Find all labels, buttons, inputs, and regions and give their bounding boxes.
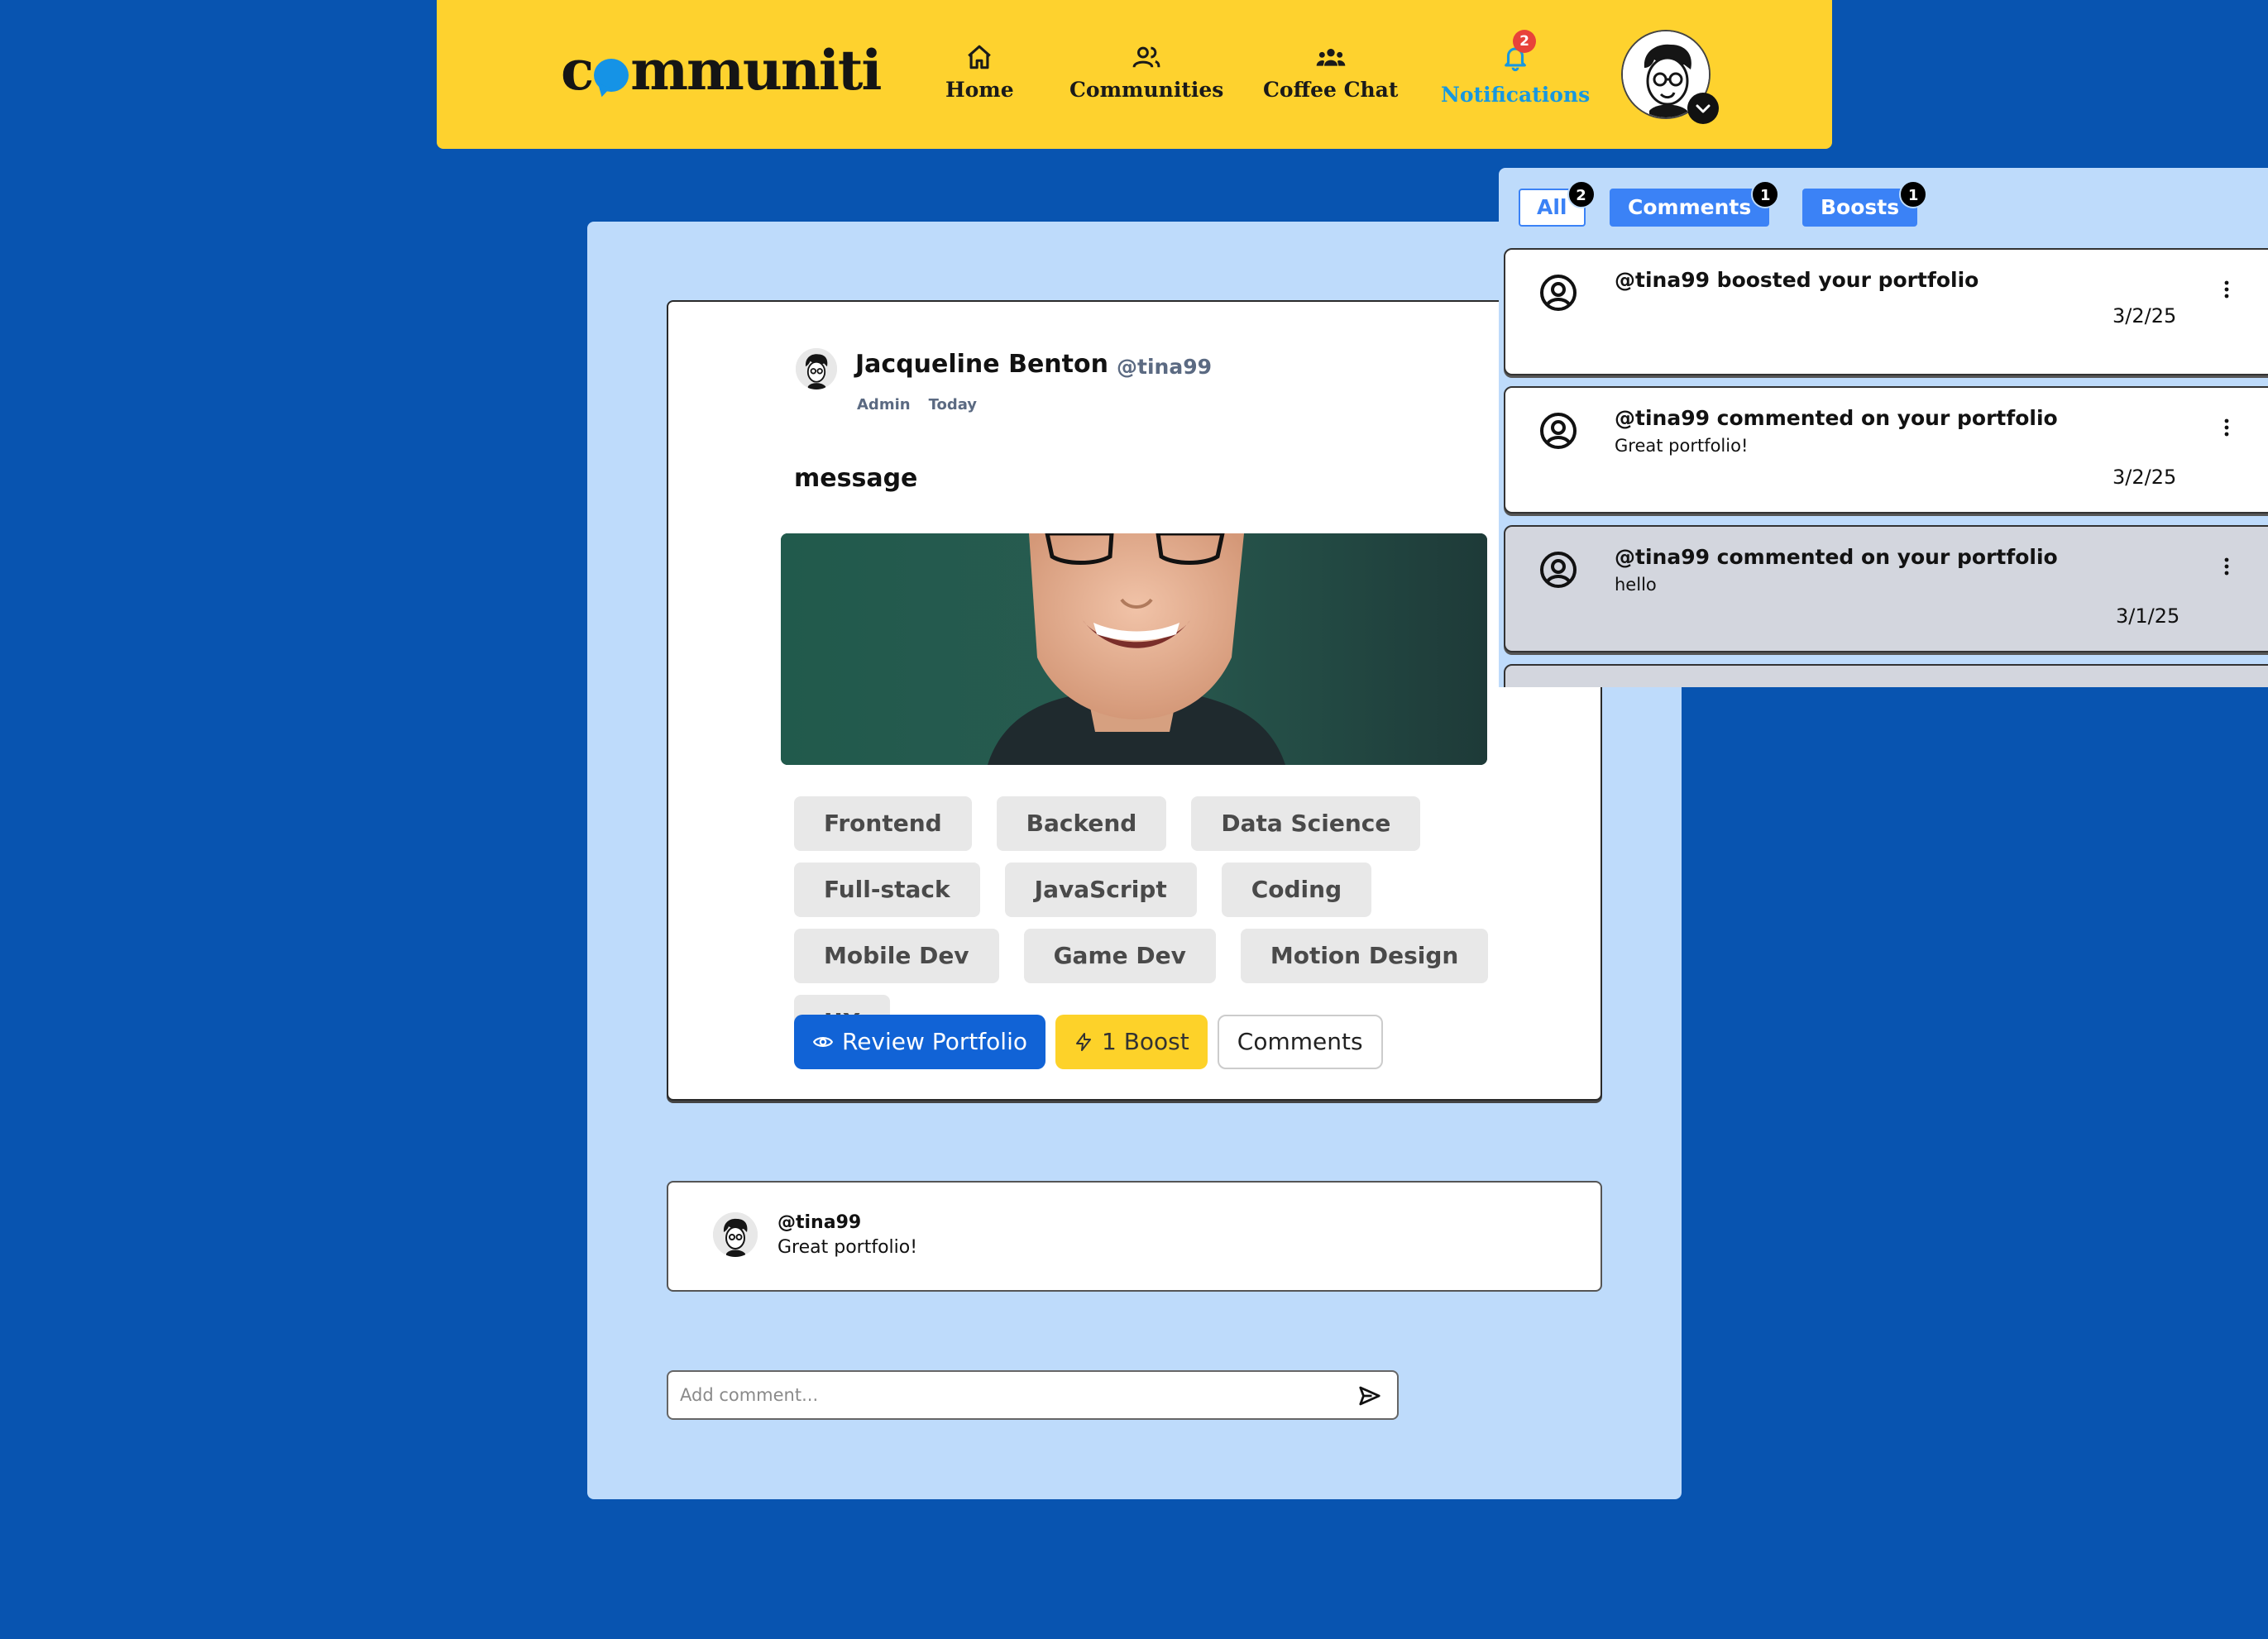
user-circle-icon: [1540, 275, 1577, 311]
communiti-logo[interactable]: c mmuniti: [561, 33, 882, 108]
post-time: Today: [928, 396, 978, 413]
comment-composer: [667, 1370, 1399, 1420]
post-meta: Admin Today: [857, 396, 977, 413]
nav-communities-label: Communities: [1069, 78, 1224, 102]
commenter-handle[interactable]: @tina99: [778, 1212, 861, 1233]
post-actions: Review Portfolio 1 Boost Comments: [794, 1015, 1383, 1069]
notification-item-partial[interactable]: [1504, 664, 2268, 687]
home-icon: [968, 45, 992, 69]
review-portfolio-button[interactable]: Review Portfolio: [794, 1015, 1045, 1069]
nav-home[interactable]: Home: [945, 41, 1014, 102]
comment-text: Great portfolio!: [778, 1237, 918, 1258]
notification-title: @tina99 boosted your portfolio: [1615, 268, 1979, 292]
tag-mobile-dev[interactable]: Mobile Dev: [794, 929, 999, 983]
tag-javascript[interactable]: JavaScript: [1004, 863, 1197, 917]
notification-item[interactable]: @tina99 boosted your portfolio 3/2/25: [1504, 248, 2268, 375]
comments-button[interactable]: Comments: [1217, 1015, 1383, 1069]
boost-button[interactable]: 1 Boost: [1055, 1015, 1208, 1069]
tab-comments-label: Comments: [1628, 195, 1752, 219]
coffee-chat-icon: [1316, 49, 1346, 66]
notification-item[interactable]: @tina99 commented on your portfolio Grea…: [1504, 386, 2268, 514]
notification-title: @tina99 commented on your portfolio: [1615, 545, 2058, 569]
lightning-icon: [1076, 1033, 1091, 1051]
more-options-icon[interactable]: [2223, 280, 2230, 299]
notification-date: 3/2/25: [2112, 304, 2177, 327]
author-avatar-illustration: [796, 348, 837, 389]
portrait-photo: [781, 533, 1487, 765]
nav-home-label: Home: [945, 78, 1014, 102]
post-card: Jacqueline Benton @tina99 Admin Today mes…: [667, 300, 1602, 1101]
notification-date: 3/1/25: [2116, 604, 2180, 628]
tab-comments[interactable]: Comments 1: [1610, 180, 1780, 227]
author-role: Admin: [857, 396, 911, 413]
nav-notifications[interactable]: 2 Notifications: [1441, 30, 1591, 107]
tab-boosts-label: Boosts: [1821, 195, 1900, 219]
tag-data-science[interactable]: Data Science: [1191, 796, 1421, 851]
tag-motion-design[interactable]: Motion Design: [1240, 929, 1489, 983]
comment-item: @tina99 Great portfolio!: [667, 1181, 1602, 1292]
communities-icon: [1132, 46, 1160, 68]
nav-coffee-chat[interactable]: Coffee Chat: [1263, 41, 1398, 102]
notification-body: hello: [1615, 575, 1657, 595]
author-avatar[interactable]: [796, 348, 837, 389]
portfolio-image[interactable]: [781, 533, 1487, 765]
account-menu-toggle[interactable]: [1687, 93, 1719, 124]
commenter-avatar[interactable]: [713, 1212, 758, 1257]
top-nav: c mmuniti Home Communities Coffee Chat 2 …: [437, 0, 1832, 149]
review-portfolio-label: Review Portfolio: [842, 1028, 1027, 1055]
logo-text-left: c: [561, 38, 594, 103]
notification-title: @tina99 commented on your portfolio: [1615, 406, 2058, 430]
user-circle-icon: [1540, 413, 1577, 449]
comments-label: Comments: [1237, 1028, 1363, 1055]
commenter-avatar-illustration: [713, 1212, 758, 1257]
nav-communities[interactable]: Communities: [1069, 41, 1223, 102]
more-options-icon[interactable]: [2223, 557, 2230, 576]
post-title: message: [794, 464, 918, 493]
logo-chat-bubble-icon: [594, 59, 629, 92]
notification-item-read[interactable]: @tina99 commented on your portfolio hell…: [1504, 525, 2268, 652]
send-icon[interactable]: [1357, 1383, 1382, 1408]
notifications-dropdown: All 2 Comments 1 Boosts 1 @tina99 booste…: [1499, 168, 2268, 687]
tag-coding[interactable]: Coding: [1221, 863, 1372, 917]
logo-text-right: mmuniti: [630, 38, 882, 103]
nav-notifications-label: Notifications: [1441, 83, 1591, 107]
tag-frontend[interactable]: Frontend: [794, 796, 972, 851]
author-handle[interactable]: @tina99: [1117, 355, 1212, 379]
notification-body: Great portfolio!: [1615, 436, 1749, 456]
tab-boosts[interactable]: Boosts 1: [1802, 180, 1928, 227]
nav-coffee-chat-label: Coffee Chat: [1263, 78, 1399, 102]
notification-date: 3/2/25: [2112, 466, 2177, 489]
user-circle-icon: [1540, 552, 1577, 588]
tab-all-badge: 2: [1567, 180, 1596, 208]
boost-label: 1 Boost: [1102, 1028, 1189, 1055]
tag-full-stack[interactable]: Full-stack: [794, 863, 980, 917]
tab-all[interactable]: All 2: [1519, 180, 1596, 227]
tab-all-label: All: [1537, 195, 1567, 219]
tab-comments-badge: 1: [1751, 180, 1780, 208]
author-name[interactable]: Jacqueline Benton: [855, 350, 1108, 379]
notifications-badge: 2: [1513, 30, 1537, 53]
add-comment-input[interactable]: [680, 1379, 1325, 1412]
chevron-down-icon: [1696, 104, 1711, 113]
tab-boosts-badge: 1: [1899, 180, 1928, 208]
tag-game-dev[interactable]: Game Dev: [1023, 929, 1216, 983]
tag-backend[interactable]: Backend: [996, 796, 1167, 851]
skill-tags: Frontend Backend Data Science Full-stack…: [794, 796, 1580, 1049]
more-options-icon[interactable]: [2223, 418, 2230, 437]
eye-icon: [812, 1037, 834, 1047]
